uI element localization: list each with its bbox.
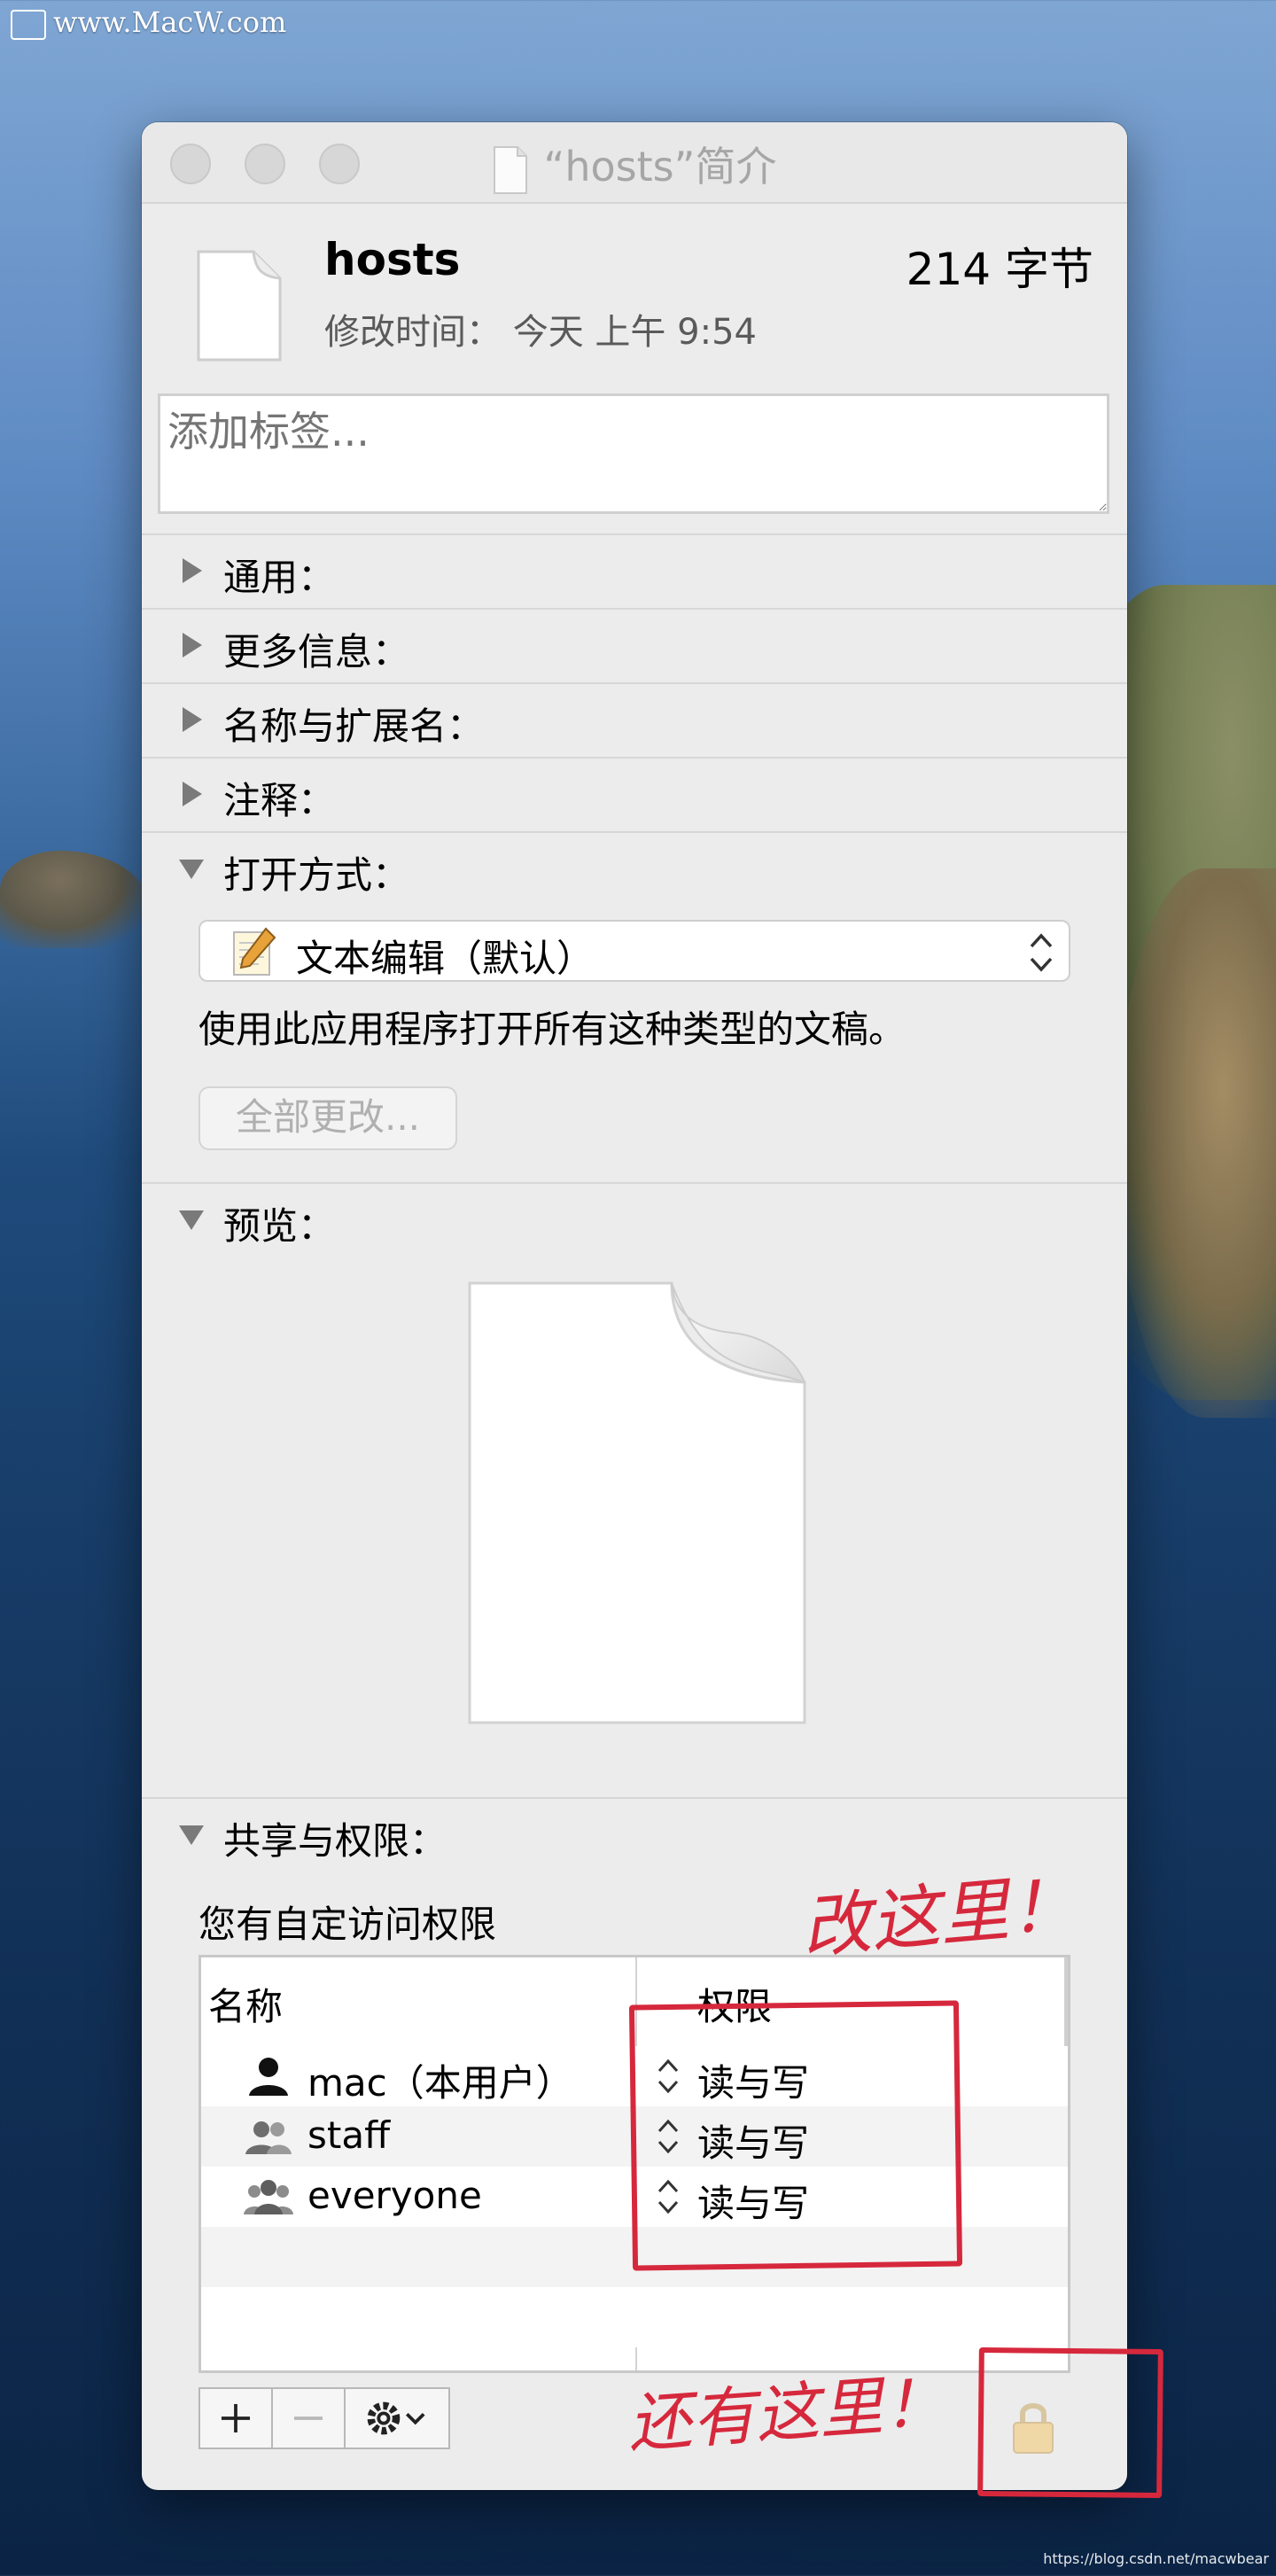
section-sharing-label: 共享与权限： [223,1819,447,1863]
section-name-extension[interactable]: 名称与扩展名： [142,682,1127,759]
disclosure-right-icon [183,782,202,806]
disclosure-down-icon[interactable] [177,1205,206,1234]
modified-date: 修改时间： 今天 上午 9:54 [324,312,757,353]
everyone-group-icon [244,2180,293,2214]
disclosure-down-icon [179,1825,204,1845]
change-all-button[interactable]: 全部更改... [198,1086,457,1150]
file-header: hosts 214 字节 修改时间： 今天 上午 9:54 [142,204,1127,362]
gear-icon [367,2401,425,2435]
section-comments-label: 注释： [223,779,336,822]
title-bar[interactable]: “hosts”简介 [142,122,1127,204]
open-with-description: 使用此应用程序打开所有这种类型的文稿。 [198,1008,906,1051]
file-name: hosts [324,234,461,285]
annotation-box-privilege [628,2000,963,2271]
plus-icon [221,2403,251,2433]
row-user-name: staff [307,2113,391,2157]
disclosure-down-icon [179,860,204,879]
file-size: 214 字节 [906,244,1093,295]
table-scrollbar[interactable] [1064,1957,1068,2046]
credit-url: https://blog.csdn.net/macwbear [1043,2550,1269,2567]
action-menu-button[interactable] [344,2387,450,2449]
section-comments[interactable]: 注释： [142,757,1127,833]
open-with-selected: 文本编辑（默认） [296,937,595,980]
row-user-name: mac（本用户） [307,2061,573,2105]
preview-document-icon [468,1281,806,1724]
window-title: “hosts”简介 [142,135,1127,195]
tags-input[interactable] [158,393,1109,514]
section-name-extension-label: 名称与扩展名： [223,704,485,748]
watermark-text: www.MacW.com [53,5,287,39]
section-open-with-label: 打开方式： [223,853,410,897]
disclosure-right-icon [183,707,202,732]
disclosure-right-icon [183,633,202,658]
annotation-box-lock [977,2346,1163,2499]
row-user-name: everyone [307,2174,482,2217]
textedit-app-icon [233,927,276,976]
disclosure-right-icon [183,558,202,583]
column-name-header[interactable]: 名称 [208,1977,283,2031]
group-icon [245,2121,292,2154]
minus-icon [293,2416,323,2420]
select-updown-icon [1030,933,1053,972]
file-icon [197,250,282,362]
add-user-button[interactable] [198,2387,273,2449]
watermark: www.MacW.com [11,5,286,40]
watermark-monitor-icon [11,9,46,40]
access-description: 您有自定访问权限 [198,1903,497,1946]
section-open-with[interactable]: 打开方式： [142,831,1127,907]
section-more-info-label: 更多信息： [223,630,410,673]
document-icon [493,145,527,194]
user-icon [249,2058,288,2096]
empty-row [201,2287,1068,2347]
section-more-info[interactable]: 更多信息： [142,608,1127,684]
section-general[interactable]: 通用： [142,533,1127,610]
desktop-island [0,851,151,948]
remove-user-button[interactable] [271,2387,346,2449]
section-general-label: 通用： [223,556,336,599]
window-title-text: “hosts”简介 [543,143,777,191]
open-with-select[interactable]: 文本编辑（默认） [198,920,1070,982]
section-preview-label[interactable]: 预览： [223,1196,335,1250]
